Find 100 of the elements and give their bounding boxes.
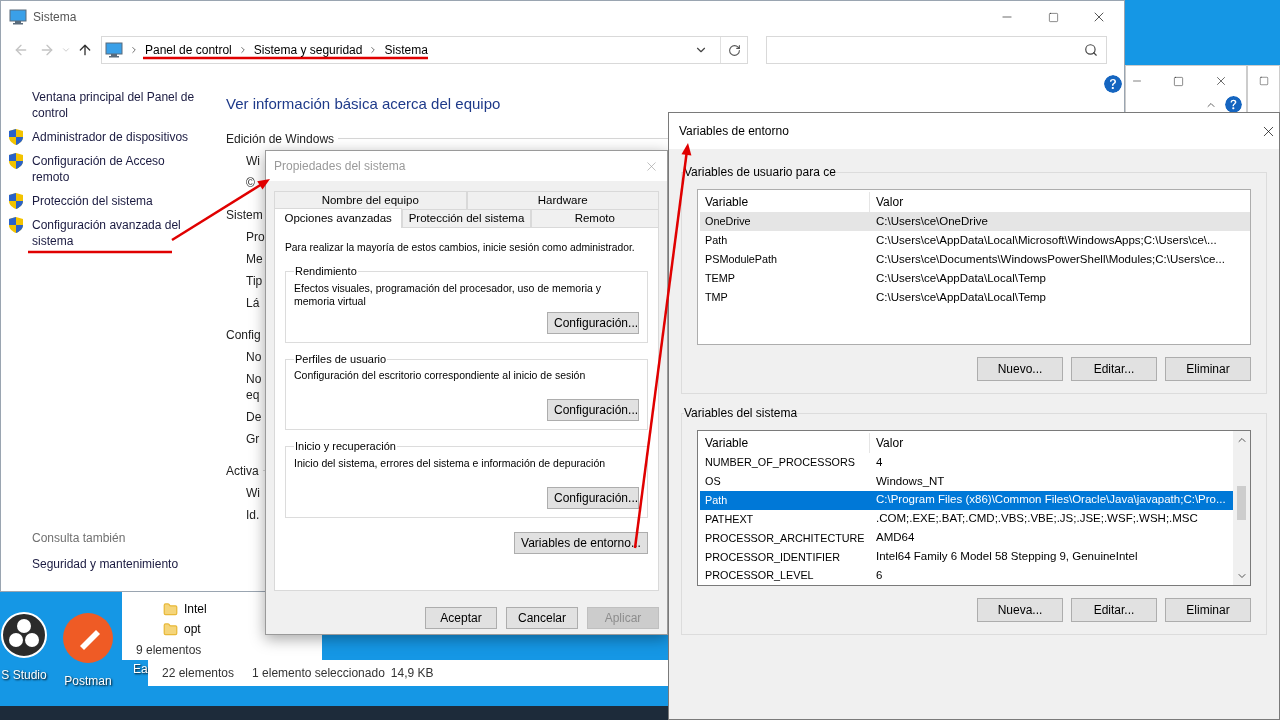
folder-name[interactable]: Intel <box>184 600 207 618</box>
list-row[interactable]: PROCESSOR_IDENTIFIER Intel64 Family 6 Model 58 Stepping 9, GenuineIntel <box>700 547 1233 567</box>
help-icon[interactable] <box>1104 75 1122 93</box>
detail-label: Wi <box>246 152 260 170</box>
variable-value: C:\Users\ce\Documents\WindowsPowerShell\Modules;C:\Users\ce... <box>875 251 1225 267</box>
variable-list[interactable] <box>697 430 1251 586</box>
forward-icon[interactable] <box>39 42 55 58</box>
group-description: Efectos visuales, programación del procesador, uso de memoria y memoria virtual <box>294 281 602 308</box>
tab[interactable]: Protección del sistema <box>402 209 531 227</box>
sidebar-link[interactable]: Configuración avanzada del sistema <box>32 217 197 249</box>
dialog-button[interactable]: Eliminar <box>1165 357 1251 381</box>
see-also-title: Consulta también <box>31 530 127 547</box>
scrollbar[interactable] <box>1233 431 1250 585</box>
dialog-button[interactable]: Configuración... <box>547 311 639 334</box>
detail-label: eq <box>246 386 260 404</box>
variable-value: .COM;.EXE;.BAT;.CMD;.VBS;.VBE;.JS;.JSE;.WSF;.WSH;.MSC <box>875 511 1198 527</box>
refresh-icon <box>727 43 741 57</box>
variable-value: 4 <box>875 454 883 470</box>
list-row[interactable]: PROCESSOR_LEVEL 6 <box>700 566 1233 585</box>
variable-value: C:\Program Files (x86)\Common Files\Oracle\Java\javapath;C:\Pro... <box>875 492 1226 508</box>
app-icon[interactable] <box>1 612 47 658</box>
dialog-button[interactable]: Cancelar <box>506 607 578 629</box>
monitor-icon <box>105 42 123 58</box>
list-row[interactable]: NUMBER_OF_PROCESSORS 4 <box>700 452 1233 472</box>
dialog-button[interactable]: Configuración... <box>547 399 639 422</box>
sidebar-link[interactable]: Ventana principal del Panel de control <box>32 89 197 121</box>
section-heading: Activa <box>226 462 259 480</box>
variable-name: OS <box>704 474 722 490</box>
maximize-icon[interactable] <box>1258 76 1269 86</box>
sidebar-link[interactable]: Configuración de Acceso remoto <box>32 153 197 185</box>
column-header[interactable]: Valor <box>870 192 1250 212</box>
group-title: Perfiles de usuario <box>294 351 388 367</box>
variable-value: 6 <box>875 567 883 583</box>
variable-value: Intel64 Family 6 Model 58 Stepping 9, GenuineIntel <box>875 549 1138 565</box>
sidebar-link[interactable]: Seguridad y mantenimiento <box>9 555 226 573</box>
tab[interactable]: Opciones avanzadas <box>274 208 403 228</box>
up-icon[interactable] <box>77 42 93 58</box>
list-row[interactable]: OS Windows_NT <box>700 471 1233 491</box>
section-heading: Edición de Windows <box>226 130 335 148</box>
list-row[interactable]: TMP C:\Users\ce\AppData\Local\Temp <box>700 288 1250 307</box>
chevron-icon <box>129 45 139 55</box>
list-row[interactable]: PROCESSOR_ARCHITECTURE AMD64 <box>700 528 1233 548</box>
detail-label: De <box>246 408 262 426</box>
breadcrumb[interactable]: Panel de control <box>145 41 232 59</box>
column-header[interactable]: Variable <box>700 433 870 453</box>
status-text: 14,9 KB <box>390 665 434 682</box>
page-heading: Ver información básica acerca del equipo <box>226 94 502 114</box>
dialog-title: Variables de entorno <box>679 123 789 140</box>
dialog-button[interactable]: Editar... <box>1071 357 1157 381</box>
column-header[interactable]: Valor <box>870 433 1233 453</box>
dialog-button[interactable]: Nuevo... <box>977 357 1063 381</box>
tab[interactable]: Nombre del equipo <box>274 191 467 209</box>
list-row[interactable]: Path C:\Program Files (x86)\Common Files\Oracle\Java\javapath;C:\Pro... <box>700 490 1233 510</box>
detail-label: Lá <box>246 294 260 312</box>
status-text: 22 elementos <box>162 665 235 682</box>
sidebar-link[interactable]: Administrador de dispositivos <box>32 129 197 145</box>
variable-value: C:\Users\ce\AppData\Local\Temp <box>875 270 1047 286</box>
group-title: Variables de usuario para ce <box>684 164 836 181</box>
variable-list[interactable] <box>697 189 1251 345</box>
detail-label: Tip <box>246 272 263 290</box>
dialog-button[interactable]: Editar... <box>1071 598 1157 622</box>
back-icon[interactable] <box>13 42 29 58</box>
variable-value: C:\Users\ce\AppData\Local\Microsoft\WindowsApps;C:\Users\ce\... <box>875 232 1217 248</box>
detail-label: No <box>246 348 262 366</box>
address-bar[interactable]: Panel de control Sistema y seguridad Sistema <box>101 36 748 64</box>
tab[interactable]: Hardware <box>466 191 659 209</box>
list-row[interactable]: PATHEXT .COM;.EXE;.BAT;.CMD;.VBS;.VBE;.JS;.JSE;.WSF;.WSH;.MSC <box>700 509 1233 529</box>
folder-name[interactable]: opt <box>184 620 201 638</box>
search-icon[interactable] <box>1084 43 1098 57</box>
tab[interactable]: Remoto <box>530 209 659 227</box>
sidebar-link[interactable]: Protección del sistema <box>32 193 197 209</box>
variable-name: PSModulePath <box>704 252 779 268</box>
variable-name: PROCESSOR_ARCHITECTURE <box>704 530 866 546</box>
close-icon[interactable] <box>1214 74 1228 88</box>
list-row[interactable]: OneDrive C:\Users\ce\OneDrive <box>700 212 1250 231</box>
dialog-button[interactable]: Eliminar <box>1165 598 1251 622</box>
group-description: Inicio del sistema, errores del sistema e información de depuración <box>294 456 607 471</box>
search-field[interactable] <box>766 36 1107 64</box>
variable-name: TMP <box>704 290 729 306</box>
breadcrumb[interactable]: Sistema <box>384 41 428 59</box>
dialog-title: Propiedades del sistema <box>274 158 406 175</box>
list-row[interactable]: TEMP C:\Users\ce\AppData\Local\Temp <box>700 269 1250 288</box>
list-row[interactable]: Path C:\Users\ce\AppData\Local\Microsoft\WindowsApps;C:\Users\ce\... <box>700 231 1250 250</box>
group-title: Rendimiento <box>294 264 358 280</box>
list-row[interactable]: PSModulePath C:\Users\ce\Documents\WindowsPowerShell\Modules;C:\Users\ce... <box>700 250 1250 269</box>
maximize-icon[interactable] <box>1173 75 1184 87</box>
window-title: Sistema <box>33 9 77 26</box>
scroll-thumb[interactable] <box>1237 486 1246 520</box>
variable-value: AMD64 <box>875 530 915 546</box>
detail-label: Gr <box>246 430 260 448</box>
variable-name: TEMP <box>704 271 736 287</box>
breadcrumb[interactable]: Sistema y seguridad <box>253 41 363 59</box>
section-heading: Config <box>226 326 261 344</box>
dialog-button[interactable]: Nueva... <box>977 598 1063 622</box>
icon-label: Ea <box>133 661 148 678</box>
dialog-button[interactable]: Configuración... <box>547 486 639 509</box>
dialog-button[interactable]: Aceptar <box>425 607 497 629</box>
recent-icon[interactable] <box>61 45 71 55</box>
section-heading: Sistem <box>226 206 263 224</box>
detail-label: Wi <box>246 484 260 502</box>
